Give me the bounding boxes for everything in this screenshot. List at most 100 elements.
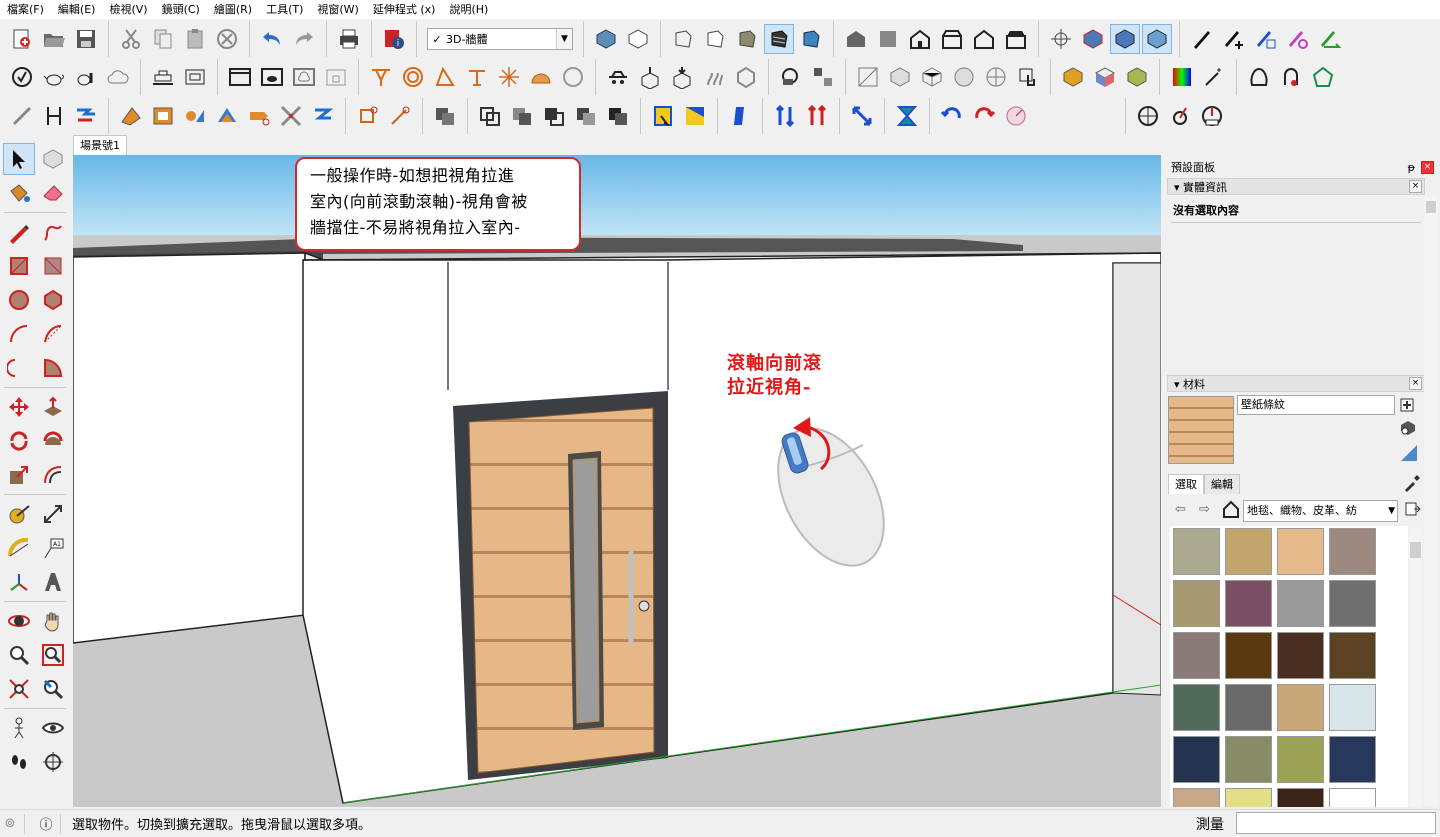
zoom-icon[interactable] bbox=[3, 639, 35, 671]
layout-lock-icon[interactable] bbox=[321, 62, 351, 92]
star-burst-icon[interactable] bbox=[494, 62, 524, 92]
weight-icon[interactable] bbox=[1276, 62, 1306, 92]
table-shape-icon[interactable] bbox=[462, 62, 492, 92]
section-plane-tool-icon[interactable] bbox=[37, 746, 69, 778]
face-yellow-blue-icon[interactable] bbox=[680, 101, 710, 131]
sphere-grid-icon[interactable] bbox=[949, 62, 979, 92]
material-swatch[interactable] bbox=[1225, 528, 1272, 575]
material-swatch[interactable] bbox=[1173, 736, 1220, 783]
green-cube-icon[interactable] bbox=[1122, 62, 1152, 92]
dimension-icon[interactable] bbox=[39, 101, 69, 131]
menu-file[interactable]: 檔案(F) bbox=[0, 0, 51, 19]
dimension-tool-icon[interactable] bbox=[37, 498, 69, 530]
material-swatch[interactable] bbox=[1329, 684, 1376, 731]
orange-frame-icon[interactable] bbox=[148, 101, 178, 131]
circle-target-icon[interactable] bbox=[398, 62, 428, 92]
pan-hand-icon[interactable] bbox=[37, 605, 69, 637]
material-swatch[interactable] bbox=[1225, 788, 1272, 807]
circle-icon[interactable] bbox=[3, 284, 35, 316]
share-model-icon[interactable] bbox=[180, 62, 210, 92]
position-camera-icon[interactable] bbox=[3, 712, 35, 744]
hidden-line-icon[interactable] bbox=[700, 24, 730, 54]
details-arrow-icon[interactable] bbox=[1403, 500, 1421, 518]
axes-icon[interactable] bbox=[1046, 24, 1076, 54]
back-edges-cube-icon[interactable] bbox=[623, 24, 653, 54]
arc-icon[interactable] bbox=[3, 318, 35, 350]
material-swatch[interactable] bbox=[1277, 736, 1324, 783]
3d-text-icon[interactable] bbox=[37, 566, 69, 598]
compass-angle-icon[interactable] bbox=[1197, 101, 1227, 131]
info-icon[interactable]: ⓘ bbox=[36, 814, 56, 833]
diagonal-line-icon[interactable] bbox=[7, 101, 37, 131]
back-arrow-icon[interactable]: ⇦ bbox=[1175, 502, 1186, 517]
menu-window[interactable]: 視窗(W) bbox=[310, 0, 365, 19]
sphere-dot-icon[interactable] bbox=[776, 62, 806, 92]
model-viewport[interactable] bbox=[73, 155, 1161, 807]
create-material-icon[interactable] bbox=[1400, 398, 1414, 412]
yellow-cube-icon[interactable] bbox=[1058, 62, 1088, 92]
erase-icon[interactable] bbox=[212, 24, 242, 54]
polygon-icon[interactable] bbox=[37, 284, 69, 316]
cube-grid-icon[interactable] bbox=[885, 62, 915, 92]
steam-icon[interactable] bbox=[699, 62, 729, 92]
entity-info-header[interactable]: ▾ 實體資訊 × bbox=[1167, 178, 1425, 195]
material-swatch[interactable] bbox=[1277, 580, 1324, 627]
tab-edit[interactable]: 編輯 bbox=[1204, 474, 1240, 494]
wand-icon[interactable] bbox=[1199, 62, 1229, 92]
cube-add-icon[interactable] bbox=[1400, 420, 1416, 436]
offset-icon[interactable] bbox=[37, 459, 69, 491]
follow-path-icon[interactable] bbox=[71, 101, 101, 131]
teapot-icon[interactable] bbox=[39, 62, 69, 92]
explode-icon[interactable] bbox=[808, 62, 838, 92]
compass-north-icon[interactable] bbox=[1133, 101, 1163, 131]
library-select[interactable]: 地毯、織物、皮革、紡 ▼ bbox=[1243, 500, 1398, 522]
material-swatch[interactable] bbox=[1329, 632, 1376, 679]
sphere-outline-icon[interactable] bbox=[558, 62, 588, 92]
orange-cut-icon[interactable] bbox=[244, 101, 274, 131]
sphere-checker-icon[interactable] bbox=[981, 62, 1011, 92]
material-swatch[interactable] bbox=[1225, 736, 1272, 783]
forward-arrow-icon[interactable]: ⇨ bbox=[1199, 502, 1210, 517]
redo-icon[interactable] bbox=[289, 24, 319, 54]
path-curve-icon[interactable] bbox=[308, 101, 338, 131]
section-plane-icon[interactable] bbox=[1078, 24, 1108, 54]
material-swatch[interactable] bbox=[1225, 632, 1272, 679]
pencil-line-icon[interactable] bbox=[3, 216, 35, 248]
hand-pointer-icon[interactable] bbox=[1013, 62, 1043, 92]
wrap-box-icon[interactable] bbox=[731, 62, 761, 92]
home-icon[interactable] bbox=[1222, 500, 1240, 518]
menu-tools[interactable]: 工具(T) bbox=[259, 0, 310, 19]
solid-union-icon[interactable] bbox=[430, 101, 460, 131]
shaded-textures-icon[interactable] bbox=[764, 24, 794, 54]
dome-icon[interactable] bbox=[526, 62, 556, 92]
previous-view-icon[interactable] bbox=[37, 673, 69, 705]
layout-cloud-icon[interactable] bbox=[289, 62, 319, 92]
save-icon[interactable] bbox=[71, 24, 101, 54]
orbit-icon[interactable] bbox=[3, 605, 35, 637]
material-swatch[interactable] bbox=[1173, 528, 1220, 575]
pin-icon[interactable]: ᵽ bbox=[1408, 161, 1415, 174]
monochrome-icon[interactable] bbox=[796, 24, 826, 54]
cube-grid-2-icon[interactable] bbox=[917, 62, 947, 92]
layout-teapot-icon[interactable] bbox=[257, 62, 287, 92]
back-view-icon[interactable] bbox=[969, 24, 999, 54]
box-up-icon[interactable] bbox=[635, 62, 665, 92]
sketchup-logo-icon[interactable] bbox=[7, 62, 37, 92]
material-swatch[interactable] bbox=[1225, 684, 1272, 731]
close-icon[interactable]: × bbox=[1409, 180, 1422, 193]
menu-help[interactable]: 說明(H) bbox=[442, 0, 495, 19]
tape-measure-icon[interactable] bbox=[3, 498, 35, 530]
intersect-line-icon[interactable] bbox=[276, 101, 306, 131]
right-view-icon[interactable] bbox=[937, 24, 967, 54]
paste-icon[interactable] bbox=[180, 24, 210, 54]
material-swatch[interactable] bbox=[1277, 528, 1324, 575]
text-tool-icon[interactable]: A1 bbox=[37, 532, 69, 564]
xray-cube-icon[interactable] bbox=[591, 24, 621, 54]
materials-header[interactable]: ▾ 材料 × bbox=[1167, 375, 1425, 392]
look-around-icon[interactable] bbox=[37, 712, 69, 744]
solid-subtract-icon[interactable] bbox=[539, 101, 569, 131]
left-view-icon[interactable] bbox=[1001, 24, 1031, 54]
tab-select[interactable]: 選取 bbox=[1168, 474, 1204, 494]
push-pull-face-icon[interactable] bbox=[366, 62, 396, 92]
measurement-input[interactable] bbox=[1236, 812, 1436, 834]
